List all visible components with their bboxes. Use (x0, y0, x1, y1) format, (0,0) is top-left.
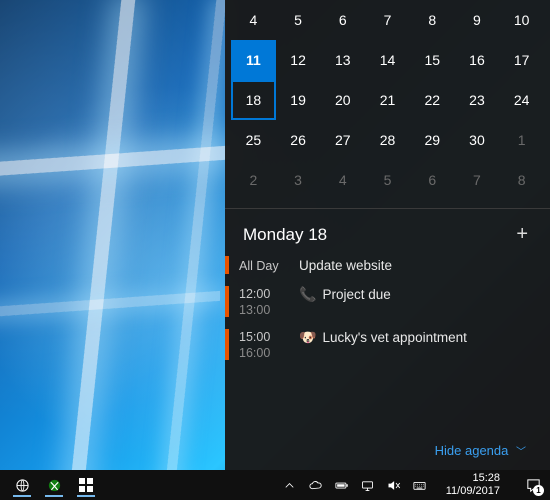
taskbar-app-window[interactable] (74, 473, 98, 497)
calendar-day-16[interactable]: 16 (455, 40, 500, 80)
calendar-day-4[interactable]: 4 (231, 0, 276, 40)
calendar-day-1[interactable]: 1 (499, 120, 544, 160)
calendar-day-5[interactable]: 5 (365, 160, 410, 200)
agenda-panel: Monday 18 + All DayUpdate website12:0013… (225, 209, 550, 470)
tray-volume-muted-icon[interactable] (386, 477, 402, 493)
calendar-day-8[interactable]: 8 (410, 0, 455, 40)
calendar-day-28[interactable]: 28 (365, 120, 410, 160)
calendar-day-30[interactable]: 30 (455, 120, 500, 160)
tray-battery-icon[interactable] (334, 477, 350, 493)
event-accent-bar (225, 286, 229, 317)
calendar-day-12[interactable]: 12 (276, 40, 321, 80)
tray-network-icon[interactable] (360, 477, 376, 493)
calendar-day-23[interactable]: 23 (455, 80, 500, 120)
agenda-event[interactable]: 12:0013:00📞Project due (225, 286, 536, 317)
calendar-day-25[interactable]: 25 (231, 120, 276, 160)
system-tray: 15:28 11/09/2017 1 (282, 470, 550, 500)
calendar-day-4[interactable]: 4 (320, 160, 365, 200)
calendar-day-27[interactable]: 27 (320, 120, 365, 160)
calendar-day-11[interactable]: 11 (231, 40, 276, 80)
agenda-event[interactable]: 15:0016:00🐶Lucky's vet appointment (225, 329, 536, 360)
event-time: 12:0013:00 (239, 286, 299, 317)
calendar-day-6[interactable]: 6 (410, 160, 455, 200)
event-title: 🐶Lucky's vet appointment (299, 329, 536, 360)
tray-onedrive-icon[interactable] (308, 477, 324, 493)
taskbar-app-xbox[interactable] (42, 473, 66, 497)
calendar-day-14[interactable]: 14 (365, 40, 410, 80)
calendar-day-21[interactable]: 21 (365, 80, 410, 120)
calendar-day-29[interactable]: 29 (410, 120, 455, 160)
clock-date: 11/09/2017 (446, 485, 500, 498)
calendar-day-7[interactable]: 7 (455, 160, 500, 200)
taskbar: 15:28 11/09/2017 1 (0, 470, 550, 500)
calendar-day-19[interactable]: 19 (276, 80, 321, 120)
tray-chevron-up-icon[interactable] (282, 477, 298, 493)
event-accent-bar (225, 256, 229, 274)
calendar-day-26[interactable]: 26 (276, 120, 321, 160)
calendar-day-13[interactable]: 13 (320, 40, 365, 80)
agenda-date-heading: Monday 18 (243, 225, 327, 245)
action-center-badge: 1 (533, 485, 544, 496)
calendar-day-20[interactable]: 20 (320, 80, 365, 120)
calendar-day-6[interactable]: 6 (320, 0, 365, 40)
taskbar-apps (0, 473, 282, 497)
agenda-event[interactable]: All DayUpdate website (225, 256, 536, 274)
taskbar-app-browser[interactable] (10, 473, 34, 497)
hide-agenda-label: Hide agenda (435, 443, 509, 458)
calendar-day-10[interactable]: 10 (499, 0, 544, 40)
calendar-day-24[interactable]: 24 (499, 80, 544, 120)
calendar-day-2[interactable]: 2 (231, 160, 276, 200)
calendar-month-grid: 4567891011121314151617181920212223242526… (225, 0, 550, 204)
action-center-button[interactable]: 1 (518, 470, 548, 500)
hide-agenda-link[interactable]: Hide agenda ﹀ (225, 433, 536, 470)
calendar-day-15[interactable]: 15 (410, 40, 455, 80)
calendar-day-22[interactable]: 22 (410, 80, 455, 120)
event-icon: 📞 (299, 287, 316, 301)
chevron-down-icon: ﹀ (516, 447, 526, 458)
taskbar-clock[interactable]: 15:28 11/09/2017 (438, 472, 508, 497)
calendar-flyout: 4567891011121314151617181920212223242526… (225, 0, 550, 470)
clock-time: 15:28 (446, 472, 500, 485)
agenda-event-list: All DayUpdate website12:0013:00📞Project … (225, 256, 536, 372)
event-title: 📞Project due (299, 286, 536, 317)
event-icon: 🐶 (299, 330, 316, 344)
calendar-day-7[interactable]: 7 (365, 0, 410, 40)
calendar-day-5[interactable]: 5 (276, 0, 321, 40)
event-time: 15:0016:00 (239, 329, 299, 360)
calendar-day-18[interactable]: 18 (231, 80, 276, 120)
event-accent-bar (225, 329, 229, 360)
calendar-day-8[interactable]: 8 (499, 160, 544, 200)
tray-keyboard-icon[interactable] (412, 477, 428, 493)
calendar-day-9[interactable]: 9 (455, 0, 500, 40)
add-event-button[interactable]: + (512, 223, 532, 246)
calendar-day-3[interactable]: 3 (276, 160, 321, 200)
event-title: Update website (299, 256, 536, 274)
event-time: All Day (239, 256, 299, 274)
calendar-day-17[interactable]: 17 (499, 40, 544, 80)
